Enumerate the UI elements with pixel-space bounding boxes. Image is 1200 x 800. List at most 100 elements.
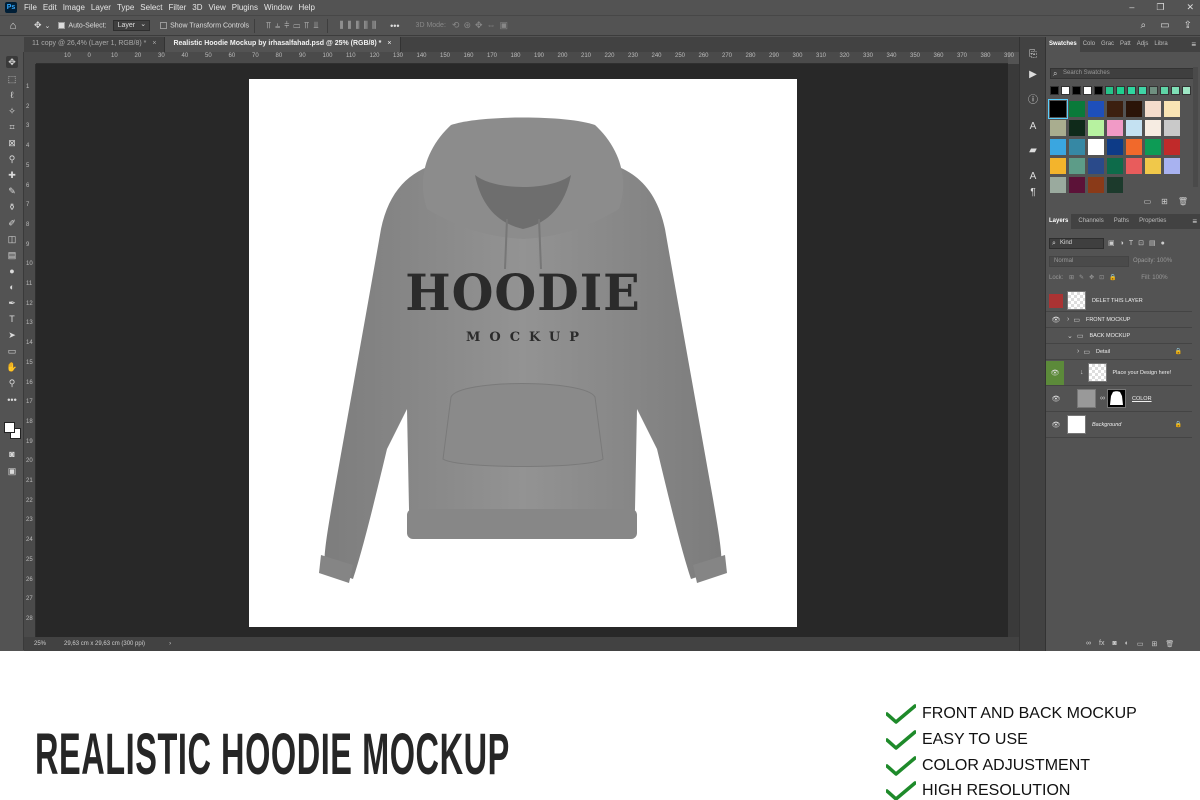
tab-swatches[interactable]: Swatches — [1046, 37, 1080, 52]
tab-close-icon[interactable]: × — [152, 40, 156, 47]
hand-tool-icon[interactable]: ✋ — [6, 361, 18, 373]
expand-chevron-icon[interactable]: › — [1077, 348, 1079, 355]
swatch[interactable] — [1107, 158, 1123, 174]
comments-icon[interactable]: ▰ — [1027, 145, 1039, 157]
color-swatches[interactable] — [4, 422, 22, 440]
show-transform-checkbox[interactable] — [160, 21, 168, 29]
menu-type[interactable]: Type — [114, 3, 137, 12]
frame-tool-icon[interactable]: ⊠ — [6, 137, 18, 149]
magic-wand-tool-icon[interactable]: ✧ — [6, 105, 18, 117]
menu-3d[interactable]: 3D — [189, 3, 205, 12]
recent-swatch[interactable] — [1094, 86, 1103, 95]
layer-row[interactable]: DELET THIS LAYER — [1046, 290, 1192, 312]
blur-tool-icon[interactable]: ● — [6, 265, 18, 277]
recent-swatch[interactable] — [1061, 86, 1070, 95]
tab-color[interactable]: Colo — [1080, 37, 1098, 52]
recent-swatch[interactable] — [1127, 86, 1136, 95]
eye-icon[interactable]: 👁 — [1046, 360, 1064, 385]
tab-document-2[interactable]: Realistic Hoodie Mockup by irhasalfahad.… — [165, 37, 401, 52]
new-group-icon[interactable]: ▭ — [1137, 640, 1144, 648]
quick-mask-icon[interactable]: ◙ — [6, 448, 18, 460]
swatch[interactable] — [1145, 158, 1161, 174]
swatch[interactable] — [1145, 101, 1161, 117]
distribute-icons[interactable]: ⫼⫼⫼⫼⫼ — [339, 20, 380, 31]
screen-mode-icon[interactable]: ▣ — [6, 465, 18, 477]
swatch[interactable] — [1069, 101, 1085, 117]
add-mask-icon[interactable]: ◙ — [1112, 640, 1116, 648]
marquee-tool-icon[interactable]: ⬚ — [6, 73, 18, 85]
type-tool-icon[interactable]: T — [6, 313, 18, 325]
shape-tool-icon[interactable]: ▭ — [6, 345, 18, 357]
tab-document-1[interactable]: 11 copy @ 26,4% (Layer 1, RGB/8) * × — [24, 37, 166, 52]
recent-swatch[interactable] — [1182, 86, 1191, 95]
tab-libraries[interactable]: Libra — [1151, 37, 1170, 52]
new-swatch-icon[interactable]: ⊞ — [1161, 197, 1168, 206]
maximize-icon[interactable]: ❐ — [1156, 2, 1164, 13]
recent-swatch[interactable] — [1050, 86, 1059, 95]
layer-row[interactable]: ⌄ ▭ BACK MOCKUP — [1046, 328, 1192, 344]
menu-plugins[interactable]: Plugins — [229, 3, 261, 12]
menu-filter[interactable]: Filter — [166, 3, 190, 12]
layer-row[interactable]: 👁 Background 🔒 — [1046, 412, 1192, 438]
history-brush-tool-icon[interactable]: ✐ — [6, 217, 18, 229]
layer-row[interactable]: 👁 ∞ COLOR — [1046, 386, 1192, 412]
menu-file[interactable]: File — [21, 3, 40, 12]
swatch[interactable] — [1088, 158, 1104, 174]
swatch[interactable] — [1126, 158, 1142, 174]
swatch[interactable] — [1126, 101, 1142, 117]
zoom-level[interactable]: 25% — [34, 641, 46, 647]
menu-edit[interactable]: Edit — [40, 3, 60, 12]
swatch[interactable] — [1164, 139, 1180, 155]
tab-channels[interactable]: Channels — [1075, 214, 1106, 229]
layer-row[interactable]: › ▭ Detail 🔒 — [1046, 344, 1192, 360]
eye-icon[interactable]: 👁 — [1049, 313, 1063, 327]
swatch[interactable] — [1088, 120, 1104, 136]
workspace-icon[interactable]: ▭ — [1160, 20, 1169, 31]
swatch[interactable] — [1145, 139, 1161, 155]
swatch[interactable] — [1050, 120, 1066, 136]
recent-swatch[interactable] — [1138, 86, 1147, 95]
delete-layer-icon[interactable]: 🗑 — [1165, 640, 1174, 648]
lock-icons[interactable]: ⊞✎✥⊡🔒 — [1069, 275, 1122, 281]
swatch[interactable] — [1048, 99, 1068, 119]
canvas-scrollbar[interactable] — [1008, 64, 1019, 637]
search-icon[interactable]: ⌕ — [1141, 20, 1147, 31]
swatch[interactable] — [1069, 139, 1085, 155]
document-canvas[interactable]: HOODIE MOCKUP — [249, 79, 797, 627]
crop-tool-icon[interactable]: ⌗ — [6, 121, 18, 133]
eye-icon[interactable]: 👁 — [1049, 418, 1063, 432]
more-options-button[interactable]: ••• — [390, 21, 399, 31]
swatch[interactable] — [1069, 158, 1085, 174]
tab-close-icon[interactable]: × — [387, 40, 391, 47]
swatch[interactable] — [1164, 158, 1180, 174]
close-icon[interactable]: ✕ — [1186, 2, 1194, 13]
tab-layers[interactable]: Layers — [1046, 214, 1072, 229]
swatch[interactable] — [1107, 177, 1123, 193]
tab-gradients[interactable]: Grac — [1098, 37, 1117, 52]
menu-window[interactable]: Window — [261, 3, 295, 12]
status-arrow-icon[interactable]: › — [169, 641, 171, 647]
fill-value[interactable]: 100% — [1152, 275, 1167, 281]
layer-filter-icons[interactable]: ▣◑T⊡▤● — [1108, 239, 1170, 247]
tab-patterns[interactable]: Patt — [1117, 37, 1134, 52]
panel-menu-icon[interactable]: ≡ — [1191, 40, 1196, 49]
expand-chevron-icon[interactable]: › — [1067, 316, 1069, 323]
swatch[interactable] — [1088, 139, 1104, 155]
healing-brush-tool-icon[interactable]: ✚ — [6, 169, 18, 181]
tab-properties[interactable]: Properties — [1136, 214, 1169, 229]
recent-swatch[interactable] — [1083, 86, 1092, 95]
move-tool-icon[interactable]: ✥ — [34, 20, 42, 31]
opacity-value[interactable]: 100% — [1157, 258, 1172, 264]
brush-tool-icon[interactable]: ✎ — [6, 185, 18, 197]
move-tool-icon[interactable]: ✥ — [6, 56, 18, 68]
new-layer-icon[interactable]: ⊞ — [1152, 640, 1158, 648]
swatch[interactable] — [1107, 139, 1123, 155]
actions-play-icon[interactable]: ▶ — [1027, 69, 1039, 81]
lasso-tool-icon[interactable]: ℓ — [6, 89, 18, 101]
minimize-icon[interactable]: – — [1129, 2, 1134, 13]
3d-mode-icons[interactable]: ⟲⊛✥⇔▣ — [452, 20, 512, 31]
tab-adjustments[interactable]: Adjs — [1134, 37, 1152, 52]
recent-swatch[interactable] — [1171, 86, 1180, 95]
menu-select[interactable]: Select — [137, 3, 165, 12]
menu-help[interactable]: Help — [295, 3, 317, 12]
